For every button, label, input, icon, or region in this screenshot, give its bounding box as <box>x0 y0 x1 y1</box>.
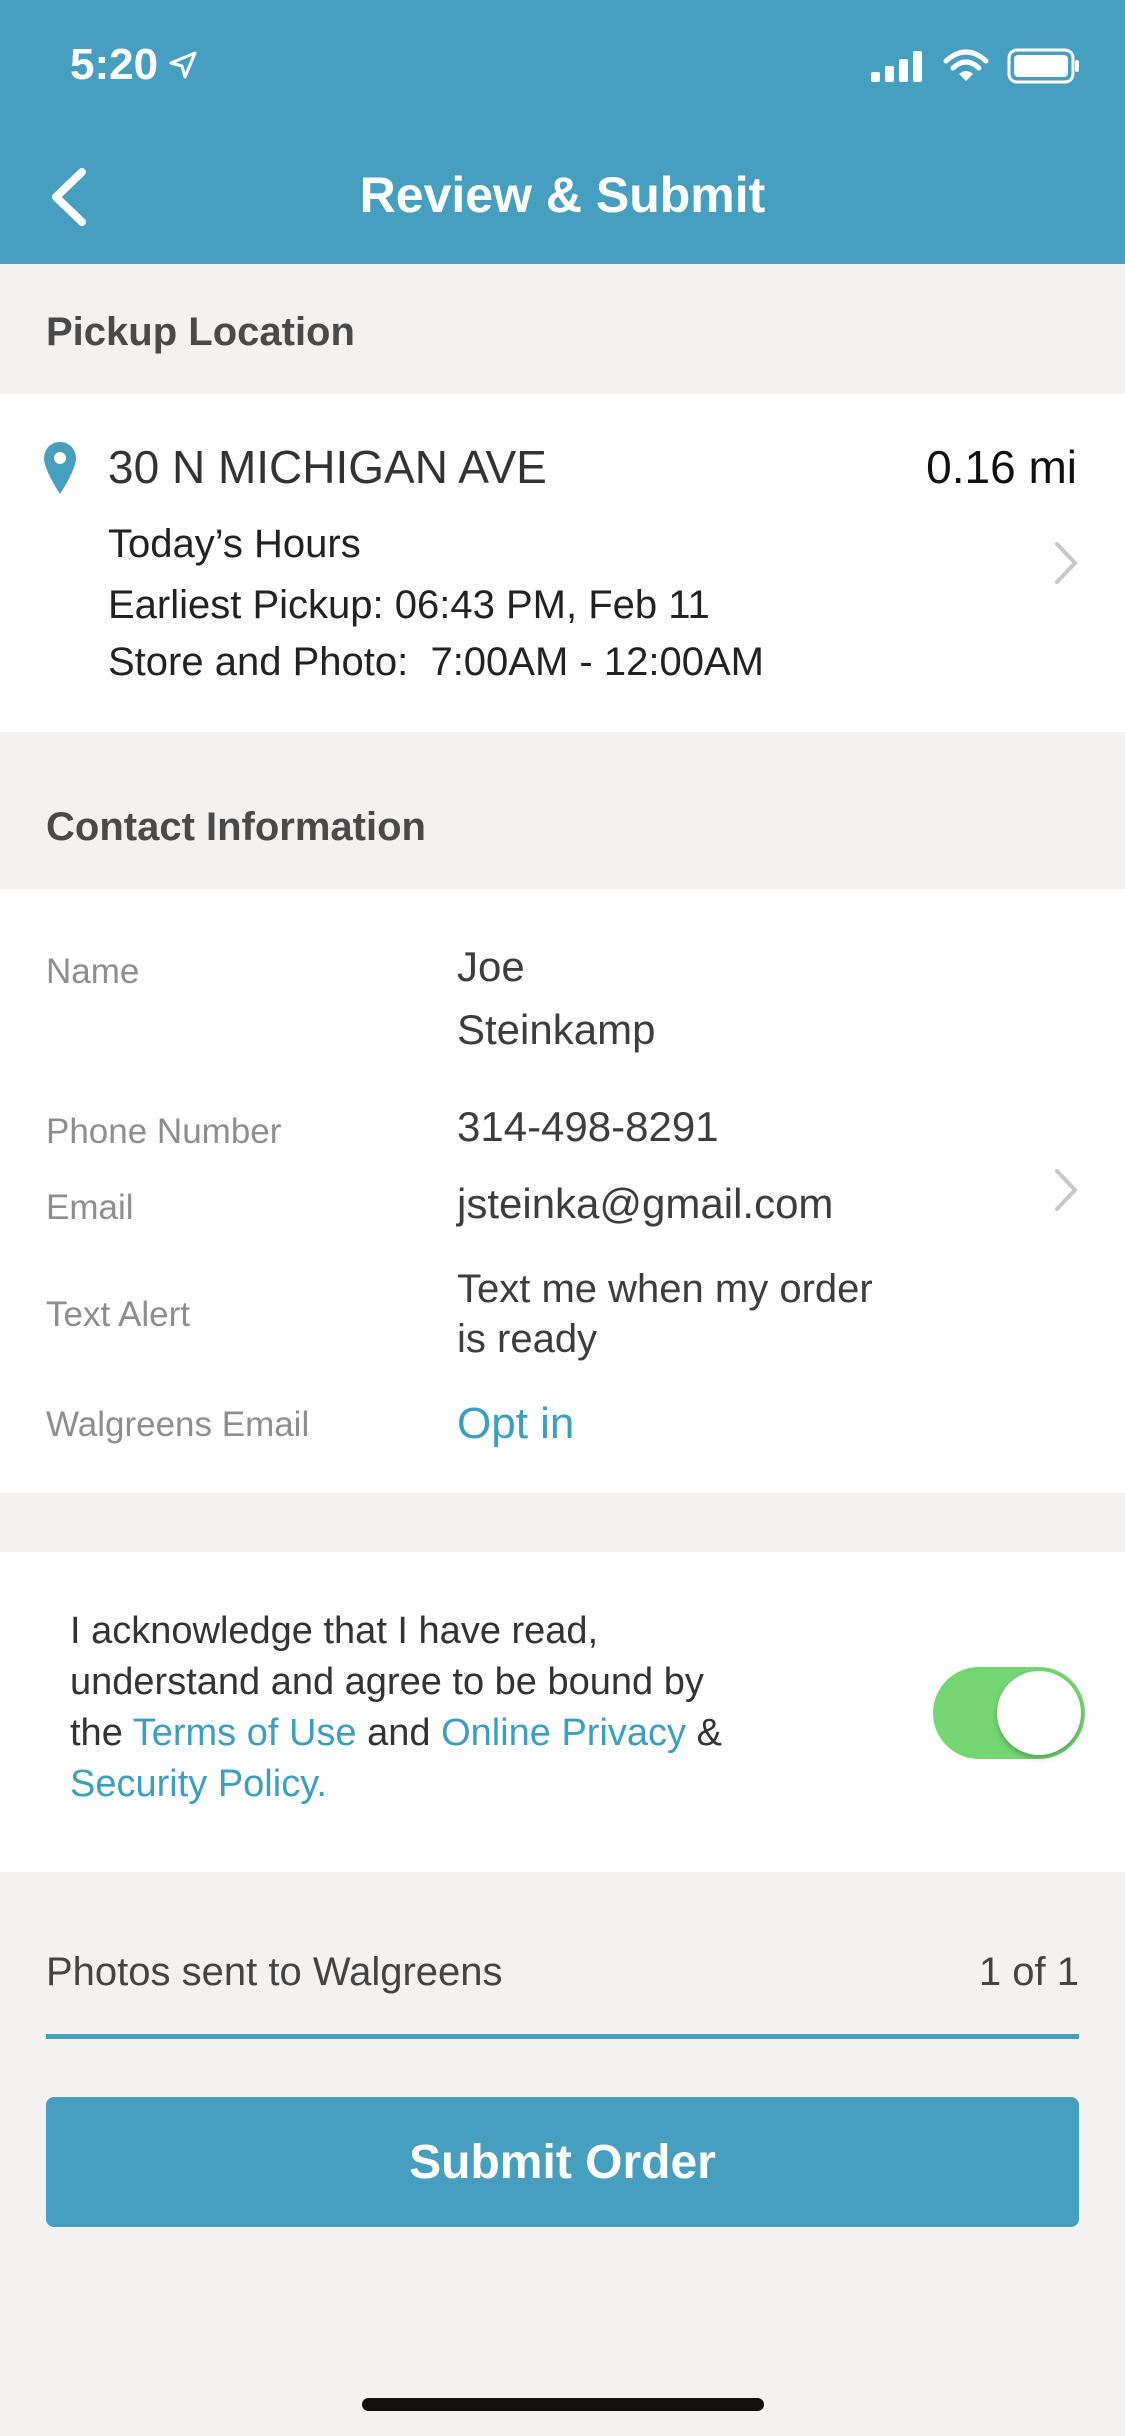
walgreens-email-label: Walgreens Email <box>46 1405 310 1444</box>
store-address: 30 N MICHIGAN AVE <box>108 441 547 493</box>
toggle-knob <box>997 1671 1081 1755</box>
text-alert-label: Text Alert <box>46 1295 190 1334</box>
terms-line3: the Terms of Use and Online Privacy & <box>70 1708 830 1759</box>
walgreens-email-opt-in-link[interactable]: Opt in <box>457 1392 574 1456</box>
home-indicator[interactable] <box>362 2398 764 2411</box>
signal-icon <box>871 51 922 82</box>
wifi-icon <box>943 49 989 81</box>
text-alert-line2: is ready <box>457 1317 598 1361</box>
online-privacy-link[interactable]: Online Privacy <box>441 1712 686 1754</box>
status-time-group: 5:20 <box>70 40 198 90</box>
terms-text: I acknowledge that I have read, understa… <box>70 1606 830 1810</box>
store-photo-hours: Store and Photo: 7:00AM - 12:00AM <box>108 640 764 684</box>
phone-label: Phone Number <box>46 1112 282 1151</box>
location-arrow-icon <box>169 51 197 79</box>
terms-agree-toggle[interactable] <box>933 1667 1085 1759</box>
status-indicators <box>871 48 1081 84</box>
security-policy-link[interactable]: Security Policy. <box>70 1759 830 1810</box>
terms-line2: understand and agree to be bound by <box>70 1661 704 1703</box>
upload-progress-fill <box>46 2034 1079 2039</box>
pickup-section-title: Pickup Location <box>46 310 355 354</box>
name-last: Steinkamp <box>457 1006 656 1053</box>
text-alert-line1: Text me when my order <box>457 1267 873 1311</box>
map-pin-icon <box>44 442 76 494</box>
chevron-right-icon[interactable] <box>1051 1165 1081 1215</box>
name-first: Joe <box>457 943 525 990</box>
status-time: 5:20 <box>70 40 159 89</box>
name-label: Name <box>46 952 140 991</box>
earliest-pickup: Earliest Pickup: 06:43 PM, Feb 11 <box>108 583 710 627</box>
phone-value: 314-498-8291 <box>457 1103 719 1150</box>
photos-sent-label: Photos sent to Walgreens <box>46 1950 503 1994</box>
battery-icon <box>1007 48 1079 84</box>
upload-progress-track <box>46 2034 1079 2039</box>
store-distance: 0.16 mi <box>926 441 1077 493</box>
terms-amp: & <box>696 1712 722 1754</box>
email-label: Email <box>46 1188 134 1227</box>
chevron-right-icon[interactable] <box>1051 538 1081 588</box>
page-title: Review & Submit <box>359 167 766 223</box>
terms-the: the <box>70 1712 123 1754</box>
contact-section-title: Contact Information <box>46 805 426 849</box>
photos-sent-count: 1 of 1 <box>978 1950 1079 1994</box>
submit-order-button[interactable]: Submit Order <box>46 2097 1079 2227</box>
terms-and: and <box>367 1712 431 1754</box>
terms-of-use-link[interactable]: Terms of Use <box>133 1712 357 1754</box>
terms-line1: I acknowledge that I have read, <box>70 1610 599 1652</box>
email-value: jsteinka@gmail.com <box>457 1180 834 1227</box>
header-bar: 5:20 Review & Submit <box>0 0 1125 264</box>
todays-hours-label: Today’s Hours <box>108 522 361 566</box>
